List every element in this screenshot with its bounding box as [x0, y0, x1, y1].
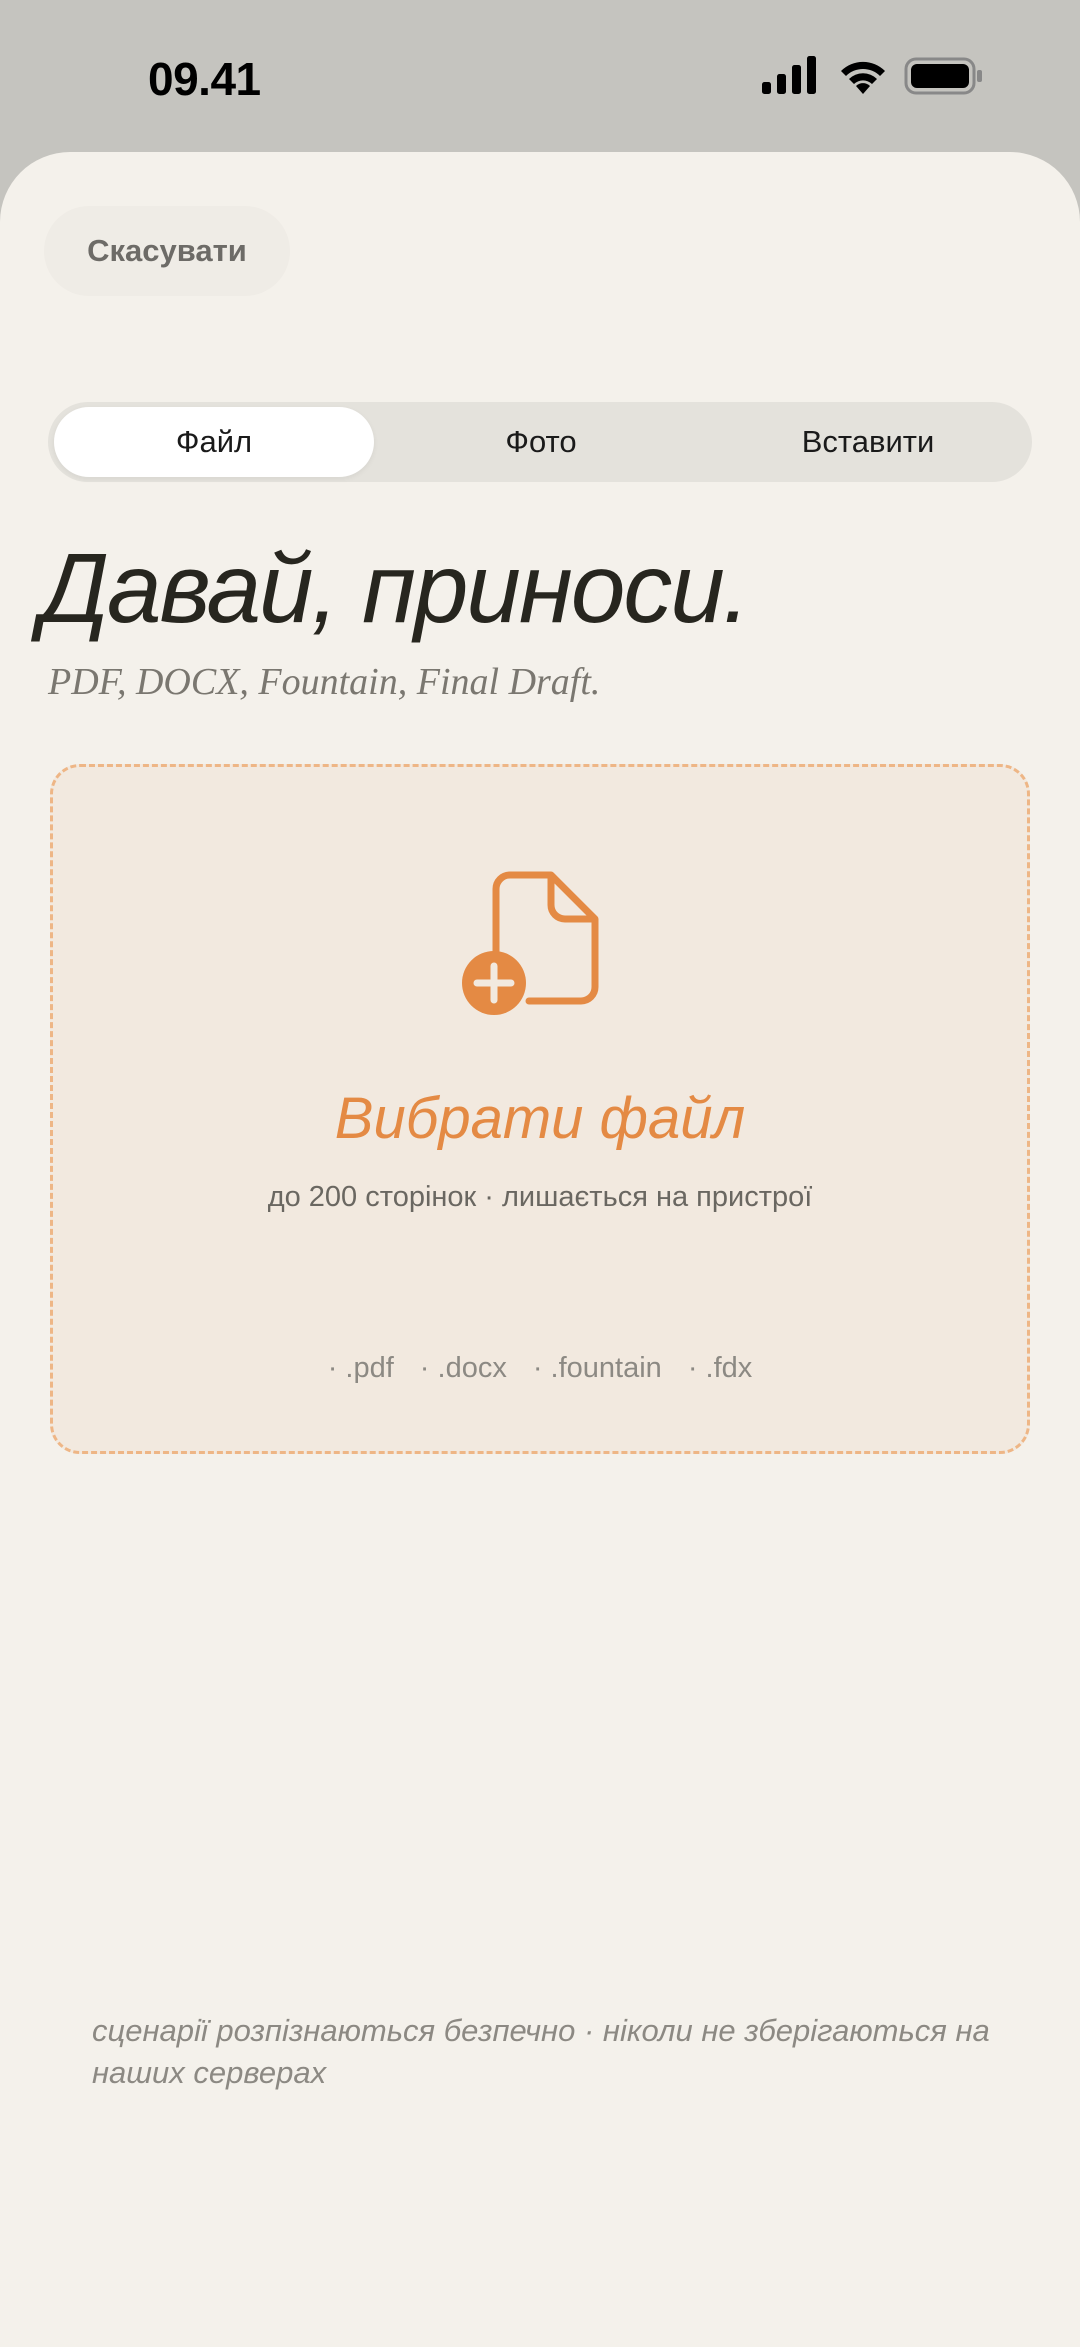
battery-icon [904, 57, 982, 95]
file-add-icon [462, 871, 599, 1015]
cellular-signal-icon [762, 56, 816, 94]
extension-fountain: · .fountain [532, 1352, 662, 1384]
status-time: 09.41 [148, 53, 261, 105]
import-sheet: Скасувати Файл Фото Вставити Давай, прин… [0, 152, 1080, 2347]
file-dropzone[interactable]: Вибрати файл до 200 сторінок · лишається… [50, 764, 1030, 1454]
tab-paste[interactable]: Вставити [708, 407, 1028, 477]
cancel-button[interactable]: Скасувати [44, 206, 290, 296]
extension-list: · .pdf · .docx · .fountain · .fdx [0, 1352, 1080, 1385]
extension-pdf: · .pdf [327, 1352, 394, 1384]
choose-file-subtitle: до 200 сторінок · лишається на пристрої [267, 1181, 813, 1213]
tab-photo[interactable]: Фото [381, 407, 701, 477]
supported-formats-caption: PDF, DOCX, Fountain, Final Draft. [48, 661, 601, 703]
status-bar: 09.41 [0, 0, 1080, 150]
extension-docx: · .docx [419, 1352, 507, 1384]
extension-fdx: · .fdx [687, 1352, 753, 1384]
tab-file[interactable]: Файл [54, 407, 374, 477]
page-title: Давай, приноси. [40, 533, 750, 643]
source-segmented-control: Файл Фото Вставити [48, 402, 1032, 482]
wifi-icon [841, 61, 885, 94]
choose-file-title: Вибрати файл [334, 1086, 746, 1151]
privacy-note: сценарії розпізнаються безпечно · ніколи… [92, 2013, 990, 2090]
